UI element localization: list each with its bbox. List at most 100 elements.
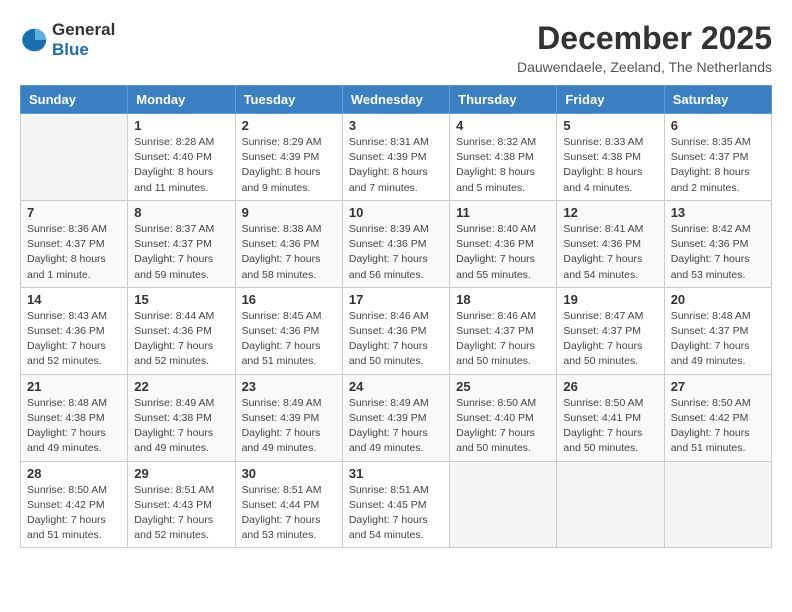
calendar-week-1: 7 Sunrise: 8:36 AMSunset: 4:37 PMDaylight…: [21, 200, 772, 287]
day-number: 18: [456, 292, 550, 307]
calendar-cell: 26 Sunrise: 8:50 AMSunset: 4:41 PMDayligh…: [557, 374, 664, 461]
day-number: 17: [349, 292, 443, 307]
day-number: 21: [27, 379, 121, 394]
calendar-cell: 10 Sunrise: 8:39 AMSunset: 4:36 PMDayligh…: [342, 200, 449, 287]
header-friday: Friday: [557, 86, 664, 114]
calendar-cell: [21, 114, 128, 201]
day-info: Sunrise: 8:43 AMSunset: 4:36 PMDaylight:…: [27, 309, 121, 370]
day-number: 8: [134, 205, 228, 220]
day-number: 20: [671, 292, 765, 307]
calendar-cell: 24Sunrise: 8:49 AMSunset: 4:39 PMDayligh…: [342, 374, 449, 461]
day-info: Sunrise: 8:51 AMSunset: 4:43 PMDaylight:…: [134, 483, 228, 544]
day-number: 12: [563, 205, 657, 220]
day-info: Sunrise: 8:49 AMSunset: 4:38 PMDaylight:…: [134, 396, 228, 457]
logo-icon: [20, 25, 50, 55]
day-number: 13: [671, 205, 765, 220]
calendar-cell: 4 Sunrise: 8:32 AMSunset: 4:38 PMDaylight…: [450, 114, 557, 201]
calendar-cell: 30Sunrise: 8:51 AMSunset: 4:44 PMDayligh…: [235, 461, 342, 548]
calendar-cell: 14 Sunrise: 8:43 AMSunset: 4:36 PMDayligh…: [21, 287, 128, 374]
header-sunday: Sunday: [21, 86, 128, 114]
day-number: 6: [671, 118, 765, 133]
day-number: 23: [242, 379, 336, 394]
day-info: Sunrise: 8:40 AMSunset: 4:36 PMDaylight:…: [456, 222, 550, 283]
page-header: General Blue December 2025 Dauwendaele, …: [20, 20, 772, 75]
calendar-cell: [664, 461, 771, 548]
calendar-week-3: 21 Sunrise: 8:48 AMSunset: 4:38 PMDayligh…: [21, 374, 772, 461]
calendar-cell: 15 Sunrise: 8:44 AMSunset: 4:36 PMDayligh…: [128, 287, 235, 374]
calendar-cell: [557, 461, 664, 548]
day-number: 4: [456, 118, 550, 133]
calendar-week-4: 28 Sunrise: 8:50 AMSunset: 4:42 PMDayligh…: [21, 461, 772, 548]
day-info: Sunrise: 8:46 AMSunset: 4:37 PMDaylight:…: [456, 309, 550, 370]
header-wednesday: Wednesday: [342, 86, 449, 114]
header-thursday: Thursday: [450, 86, 557, 114]
calendar-cell: 9Sunrise: 8:38 AMSunset: 4:36 PMDaylight…: [235, 200, 342, 287]
day-info: Sunrise: 8:39 AMSunset: 4:36 PMDaylight:…: [349, 222, 443, 283]
calendar-cell: 20 Sunrise: 8:48 AMSunset: 4:37 PMDayligh…: [664, 287, 771, 374]
day-info: Sunrise: 8:44 AMSunset: 4:36 PMDaylight:…: [134, 309, 228, 370]
day-number: 2: [242, 118, 336, 133]
day-info: Sunrise: 8:49 AMSunset: 4:39 PMDaylight:…: [242, 396, 336, 457]
day-info: Sunrise: 8:32 AMSunset: 4:38 PMDaylight:…: [456, 135, 550, 196]
day-number: 30: [242, 466, 336, 481]
location-title: Dauwendaele, Zeeland, The Netherlands: [517, 59, 772, 75]
calendar-cell: 27Sunrise: 8:50 AMSunset: 4:42 PMDayligh…: [664, 374, 771, 461]
calendar-cell: 2Sunrise: 8:29 AMSunset: 4:39 PMDaylight…: [235, 114, 342, 201]
calendar-cell: 3 Sunrise: 8:31 AMSunset: 4:39 PMDaylight…: [342, 114, 449, 201]
calendar-cell: 6 Sunrise: 8:35 AMSunset: 4:37 PMDaylight…: [664, 114, 771, 201]
day-info: Sunrise: 8:50 AMSunset: 4:41 PMDaylight:…: [563, 396, 657, 457]
day-number: 3: [349, 118, 443, 133]
calendar-cell: 11 Sunrise: 8:40 AMSunset: 4:36 PMDayligh…: [450, 200, 557, 287]
day-info: Sunrise: 8:48 AMSunset: 4:38 PMDaylight:…: [27, 396, 121, 457]
day-number: 31: [349, 466, 443, 481]
calendar-cell: 22 Sunrise: 8:49 AMSunset: 4:38 PMDayligh…: [128, 374, 235, 461]
calendar-cell: 19Sunrise: 8:47 AMSunset: 4:37 PMDayligh…: [557, 287, 664, 374]
day-info: Sunrise: 8:51 AMSunset: 4:45 PMDaylight:…: [349, 483, 443, 544]
day-number: 1: [134, 118, 228, 133]
day-number: 9: [242, 205, 336, 220]
calendar-cell: 7 Sunrise: 8:36 AMSunset: 4:37 PMDaylight…: [21, 200, 128, 287]
calendar-cell: 28 Sunrise: 8:50 AMSunset: 4:42 PMDayligh…: [21, 461, 128, 548]
calendar-week-2: 14 Sunrise: 8:43 AMSunset: 4:36 PMDayligh…: [21, 287, 772, 374]
calendar-cell: [450, 461, 557, 548]
day-info: Sunrise: 8:41 AMSunset: 4:36 PMDaylight:…: [563, 222, 657, 283]
day-info: Sunrise: 8:45 AMSunset: 4:36 PMDaylight:…: [242, 309, 336, 370]
calendar-table: Sunday Monday Tuesday Wednesday Thursday…: [20, 85, 772, 548]
calendar-cell: 17 Sunrise: 8:46 AMSunset: 4:36 PMDayligh…: [342, 287, 449, 374]
calendar-cell: 1Sunrise: 8:28 AMSunset: 4:40 PMDaylight…: [128, 114, 235, 201]
day-number: 16: [242, 292, 336, 307]
day-info: Sunrise: 8:31 AMSunset: 4:39 PMDaylight:…: [349, 135, 443, 196]
day-number: 10: [349, 205, 443, 220]
day-number: 29: [134, 466, 228, 481]
calendar-cell: 18 Sunrise: 8:46 AMSunset: 4:37 PMDayligh…: [450, 287, 557, 374]
day-info: Sunrise: 8:47 AMSunset: 4:37 PMDaylight:…: [563, 309, 657, 370]
day-info: Sunrise: 8:37 AMSunset: 4:37 PMDaylight:…: [134, 222, 228, 283]
calendar-cell: 21 Sunrise: 8:48 AMSunset: 4:38 PMDayligh…: [21, 374, 128, 461]
day-info: Sunrise: 8:36 AMSunset: 4:37 PMDaylight:…: [27, 222, 121, 283]
day-info: Sunrise: 8:50 AMSunset: 4:42 PMDaylight:…: [671, 396, 765, 457]
day-number: 22: [134, 379, 228, 394]
day-number: 26: [563, 379, 657, 394]
calendar-cell: 31 Sunrise: 8:51 AMSunset: 4:45 PMDayligh…: [342, 461, 449, 548]
day-number: 25: [456, 379, 550, 394]
header-saturday: Saturday: [664, 86, 771, 114]
day-info: Sunrise: 8:35 AMSunset: 4:37 PMDaylight:…: [671, 135, 765, 196]
day-info: Sunrise: 8:49 AMSunset: 4:39 PMDaylight:…: [349, 396, 443, 457]
calendar-cell: 23 Sunrise: 8:49 AMSunset: 4:39 PMDayligh…: [235, 374, 342, 461]
day-info: Sunrise: 8:42 AMSunset: 4:36 PMDaylight:…: [671, 222, 765, 283]
day-info: Sunrise: 8:46 AMSunset: 4:36 PMDaylight:…: [349, 309, 443, 370]
header-monday: Monday: [128, 86, 235, 114]
day-number: 14: [27, 292, 121, 307]
day-number: 11: [456, 205, 550, 220]
day-number: 7: [27, 205, 121, 220]
calendar-cell: 16 Sunrise: 8:45 AMSunset: 4:36 PMDayligh…: [235, 287, 342, 374]
calendar-header-row: Sunday Monday Tuesday Wednesday Thursday…: [21, 86, 772, 114]
day-number: 15: [134, 292, 228, 307]
calendar-cell: 8 Sunrise: 8:37 AMSunset: 4:37 PMDaylight…: [128, 200, 235, 287]
calendar-cell: 25Sunrise: 8:50 AMSunset: 4:40 PMDayligh…: [450, 374, 557, 461]
month-title: December 2025: [517, 20, 772, 57]
day-info: Sunrise: 8:50 AMSunset: 4:42 PMDaylight:…: [27, 483, 121, 544]
day-info: Sunrise: 8:48 AMSunset: 4:37 PMDaylight:…: [671, 309, 765, 370]
calendar-week-0: 1Sunrise: 8:28 AMSunset: 4:40 PMDaylight…: [21, 114, 772, 201]
day-number: 28: [27, 466, 121, 481]
